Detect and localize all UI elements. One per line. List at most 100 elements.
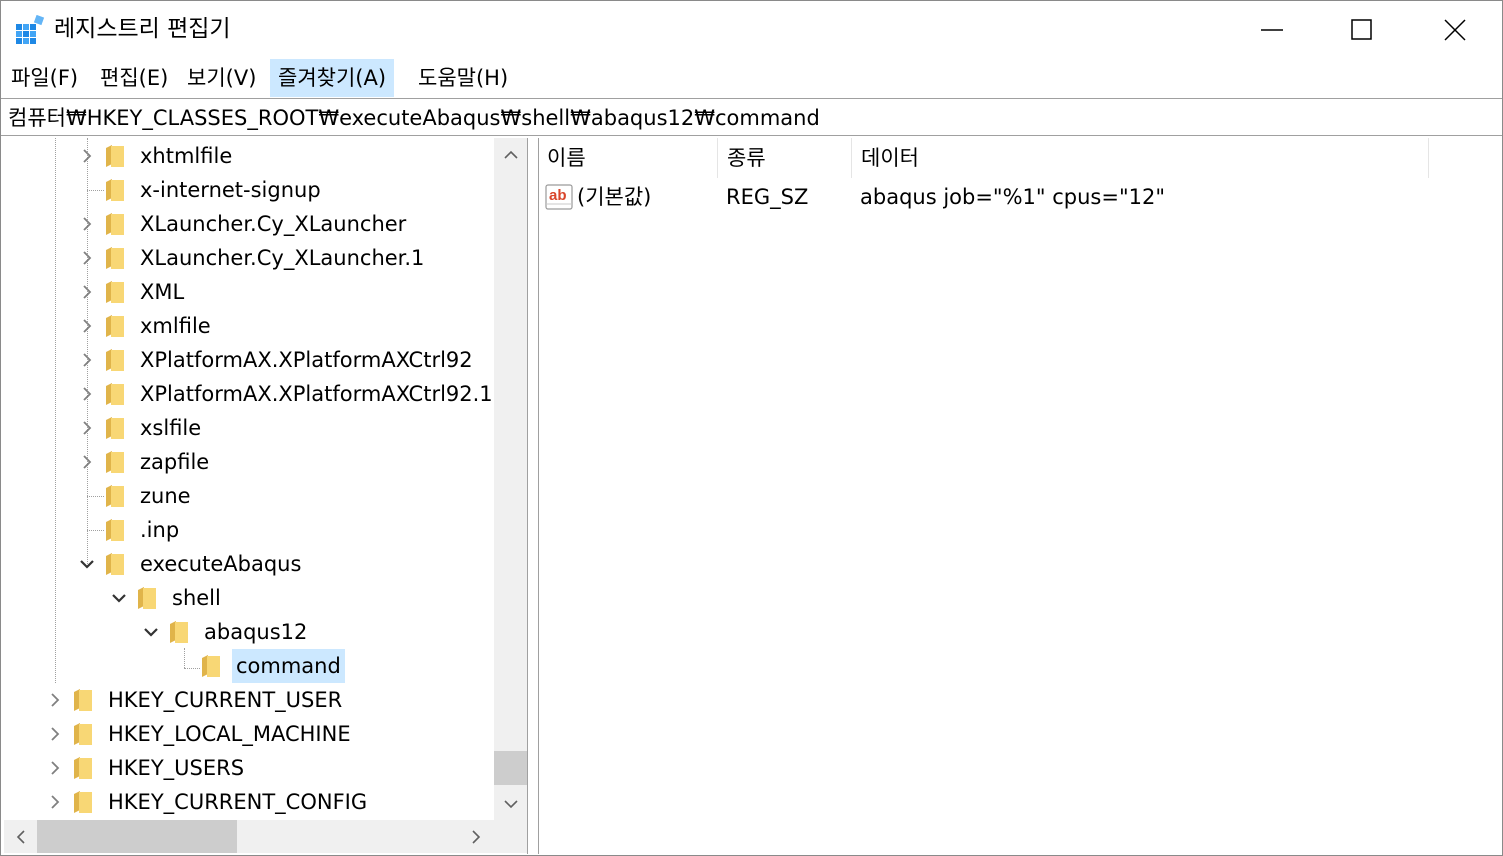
folder-icon [106,417,124,439]
tree-item[interactable]: HKEY_CURRENT_CONFIG [44,785,371,819]
tree-item-label[interactable]: executeAbaqus [136,547,305,581]
tree-item-label[interactable]: xslfile [136,411,205,445]
tree-item-label[interactable]: xhtmlfile [136,139,236,173]
chevron-right-icon[interactable] [76,247,98,269]
chevron-up-icon [503,150,518,159]
tree-item-label[interactable]: XML [136,275,188,309]
menu-file[interactable]: 파일(F) [3,59,86,97]
folder-icon [138,587,156,609]
tree-item[interactable]: .inp [76,513,183,547]
tree-item[interactable]: HKEY_CURRENT_USER [44,683,346,717]
tree-item-label[interactable]: HKEY_CURRENT_CONFIG [104,785,371,819]
chevron-right-icon[interactable] [44,791,66,813]
address-bar[interactable]: 컴퓨터₩HKEY_CLASSES_ROOT₩executeAbaqus₩shel… [1,98,1502,136]
scroll-left-button[interactable] [4,820,37,853]
tree-item[interactable]: executeAbaqus [76,547,305,581]
scroll-thumb-vertical[interactable] [494,751,527,785]
tree-item-label[interactable]: xmlfile [136,309,215,343]
menu-view[interactable]: 보기(V) [179,59,264,97]
tree-item-label[interactable]: zune [136,479,195,513]
column-header-data[interactable]: 데이터 [853,138,1429,178]
tree-item[interactable]: xmlfile [76,309,215,343]
tree-item[interactable]: xhtmlfile [76,139,236,173]
tree-guide-line [55,138,56,683]
tree-item[interactable]: xslfile [76,411,205,445]
tree-item-label[interactable]: abaqus12 [200,615,311,649]
chevron-right-icon[interactable] [76,383,98,405]
chevron-right-icon[interactable] [76,281,98,303]
scroll-thumb-horizontal[interactable] [37,820,237,853]
scrollbar-corner [494,820,527,853]
chevron-down-icon [503,799,518,808]
chevron-right-icon[interactable] [76,417,98,439]
tree-item-label[interactable]: HKEY_LOCAL_MACHINE [104,717,355,751]
tree-item[interactable]: abaqus12 [140,615,311,649]
window-title: 레지스트리 편집기 [54,16,231,42]
chevron-down-icon[interactable] [108,587,130,609]
tree-item[interactable]: XPlatformAX.XPlatformAXCtrl92.1 [76,377,497,411]
menu-help[interactable]: 도움말(H) [410,59,516,97]
chevron-right-icon[interactable] [76,213,98,235]
chevron-right-icon[interactable] [76,315,98,337]
tree-item[interactable]: command [172,649,345,683]
tree-item[interactable]: XPlatformAX.XPlatformAXCtrl92 [76,343,477,377]
tree-item[interactable]: XLauncher.Cy_XLauncher [76,207,410,241]
chevron-down-icon[interactable] [140,621,162,643]
chevron-right-icon[interactable] [44,689,66,711]
menu-favorites[interactable]: 즐겨찾기(A) [270,59,395,97]
chevron-right-icon[interactable] [76,451,98,473]
folder-icon [74,689,92,711]
maximize-icon [1351,19,1372,40]
tree-item-label[interactable]: XLauncher.Cy_XLauncher [136,207,410,241]
chevron-down-icon[interactable] [76,553,98,575]
close-button[interactable] [1409,1,1501,59]
menu-edit[interactable]: 편집(E) [92,59,176,97]
chevron-right-icon[interactable] [44,757,66,779]
tree-item-label[interactable]: x-internet-signup [136,173,325,207]
tree-item[interactable]: x-internet-signup [76,173,325,207]
title-bar[interactable]: 레지스트리 편집기 [1,1,1502,59]
tree-item-label[interactable]: HKEY_USERS [104,751,248,785]
tree-item-label[interactable]: XPlatformAX.XPlatformAXCtrl92 [136,343,477,377]
tree-item[interactable]: zapfile [76,445,213,479]
minimize-button[interactable] [1226,1,1318,59]
tree-item[interactable]: zune [76,479,195,513]
tree-item[interactable]: XML [76,275,188,309]
folder-icon [106,281,124,303]
tree-item[interactable]: XLauncher.Cy_XLauncher.1 [76,241,428,275]
folder-icon [170,621,188,643]
tree-item-label[interactable]: .inp [136,513,183,547]
scroll-up-button[interactable] [494,138,527,171]
tree-horizontal-scrollbar[interactable] [4,820,494,853]
value-row[interactable]: ab (기본값) REG_SZ abaqus job="%1" cpus="12… [539,178,1502,216]
scroll-right-button[interactable] [459,820,492,853]
value-list-pane[interactable]: 이름 종류 데이터 ab (기본값) REG_SZ abaqus job="%1… [538,138,1502,854]
chevron-right-icon[interactable] [76,349,98,371]
tree-vertical-scrollbar[interactable] [494,138,527,820]
tree-item-label[interactable]: XPlatformAX.XPlatformAXCtrl92.1 [136,377,497,411]
tree-item-label[interactable]: XLauncher.Cy_XLauncher.1 [136,241,428,275]
maximize-button[interactable] [1316,1,1408,59]
menu-bar: 파일(F) 편집(E) 보기(V) 즐겨찾기(A) 도움말(H) [1,59,1502,97]
column-header-type[interactable]: 종류 [719,138,852,178]
folder-icon [106,451,124,473]
chevron-right-icon[interactable] [76,145,98,167]
chevron-right-icon[interactable] [44,723,66,745]
tree-item[interactable]: shell [108,581,225,615]
address-path[interactable]: 컴퓨터₩HKEY_CLASSES_ROOT₩executeAbaqus₩shel… [8,99,820,136]
value-type: REG_SZ [726,185,809,209]
key-tree-pane[interactable]: xhtmlfile x-internet-signup XLauncher.Cy_X… [4,138,528,854]
tree-item-label[interactable]: command [232,649,345,683]
folder-icon [106,213,124,235]
tree-item[interactable]: HKEY_LOCAL_MACHINE [44,717,355,751]
scroll-down-button[interactable] [494,787,527,820]
folder-icon [106,315,124,337]
tree-item-label[interactable]: zapfile [136,445,213,479]
tree-item[interactable]: HKEY_USERS [44,751,248,785]
tree-item-label[interactable]: HKEY_CURRENT_USER [104,683,346,717]
tree-item-label[interactable]: shell [168,581,225,615]
column-header-name[interactable]: 이름 [539,138,718,178]
folder-icon [74,723,92,745]
